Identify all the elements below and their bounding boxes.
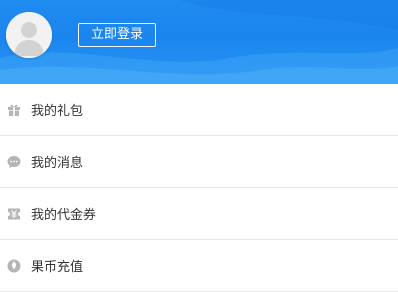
avatar[interactable] [6, 12, 52, 58]
menu-item-messages[interactable]: 我的消息 [0, 136, 398, 188]
header-wave-background [0, 0, 398, 84]
menu-item-recharge[interactable]: 果币充值 [0, 240, 398, 292]
message-icon [7, 155, 21, 169]
default-user-icon [6, 12, 52, 58]
voucher-icon [7, 207, 21, 221]
login-button[interactable]: 立即登录 [78, 23, 156, 47]
gift-icon [7, 103, 21, 117]
profile-screen: 立即登录 我的礼包 我的消息 我的代金券 果币充值 [0, 0, 398, 292]
menu-item-label: 我的代金券 [31, 208, 97, 223]
menu-item-label: 我的消息 [31, 156, 84, 171]
menu-item-gift[interactable]: 我的礼包 [0, 84, 398, 136]
coin-icon [7, 259, 21, 273]
menu-item-label: 我的礼包 [31, 104, 84, 119]
menu-list: 我的礼包 我的消息 我的代金券 果币充值 [0, 84, 398, 292]
profile-header: 立即登录 [0, 0, 398, 84]
menu-item-vouchers[interactable]: 我的代金券 [0, 188, 398, 240]
menu-item-label: 果币充值 [31, 260, 84, 275]
